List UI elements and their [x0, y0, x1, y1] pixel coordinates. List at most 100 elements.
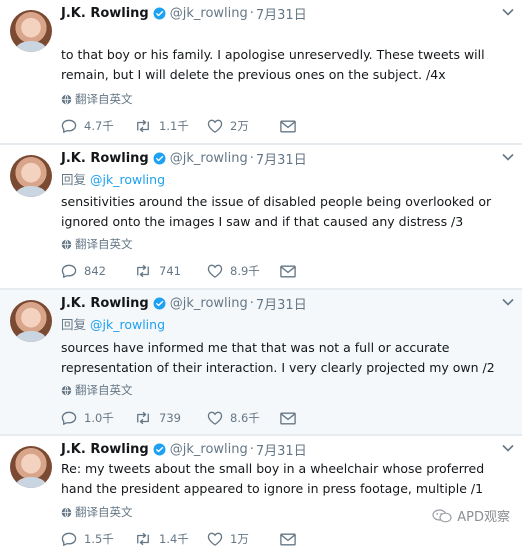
heart-icon: [207, 532, 223, 546]
replying-to-label: 回复: [61, 317, 87, 332]
like-button[interactable]: 8.6千: [207, 410, 280, 426]
tweet-timestamp[interactable]: 7月31日: [256, 4, 307, 23]
retweet-count: 1.1千: [159, 119, 189, 133]
tweet-card[interactable]: J.K. Rowling @jk_rowling · 7月31日 回复 @jk_…: [0, 290, 522, 434]
reply-button[interactable]: 4.7千: [61, 118, 134, 134]
chevron-down-icon[interactable]: [502, 444, 514, 452]
replying-to-mention[interactable]: @jk_rowling: [90, 172, 165, 187]
direct-message-button[interactable]: [280, 533, 353, 546]
author-handle[interactable]: @jk_rowling: [170, 442, 248, 457]
tweet-text: sensitivities around the issue of disabl…: [61, 194, 492, 229]
avatar[interactable]: [10, 446, 52, 488]
avatar[interactable]: [10, 155, 52, 197]
translate-label: 翻译自英文: [75, 383, 133, 397]
tweet-text: Re: my tweets about the small boy in a w…: [61, 461, 485, 496]
translate-link[interactable]: 翻译自英文: [61, 382, 133, 398]
reply-icon: [61, 119, 77, 133]
like-count: 8.6千: [230, 411, 260, 425]
reply-button[interactable]: 842: [61, 264, 134, 278]
tweet-text: sources have informed me that that was n…: [61, 340, 495, 375]
tweet-actions: 1.0千 739 8.6千: [61, 409, 353, 427]
retweet-button[interactable]: 739: [134, 411, 207, 425]
reply-button[interactable]: 1.5千: [61, 531, 134, 547]
tweet-actions: 1.5千 1.4千 1万: [61, 530, 353, 548]
reply-icon: [61, 264, 77, 278]
translate-link[interactable]: 翻译自英文: [61, 236, 133, 252]
heart-icon: [207, 411, 223, 425]
retweet-icon: [134, 532, 152, 546]
replying-to-mention[interactable]: @jk_rowling: [90, 317, 165, 332]
tweet-timestamp[interactable]: 7月31日: [256, 294, 307, 313]
retweet-icon: [134, 264, 152, 278]
avatar[interactable]: [10, 10, 52, 52]
retweet-button[interactable]: 741: [134, 264, 207, 278]
tweet-header: J.K. Rowling @jk_rowling · 7月31日: [61, 294, 307, 313]
tweet-header: J.K. Rowling @jk_rowling · 7月31日: [61, 4, 307, 23]
author-handle[interactable]: @jk_rowling: [170, 6, 248, 21]
separator-dot: ·: [249, 295, 254, 311]
tweet-actions: 842 741 8.9千: [61, 262, 353, 280]
tweet-timestamp[interactable]: 7月31日: [256, 149, 307, 168]
translate-label: 翻译自英文: [75, 92, 133, 106]
separator-dot: ·: [249, 441, 254, 457]
author-name[interactable]: J.K. Rowling: [61, 6, 149, 21]
like-button[interactable]: 8.9千: [207, 263, 280, 279]
mail-icon: [280, 533, 296, 546]
retweet-icon: [134, 119, 152, 133]
retweet-count: 741: [159, 264, 181, 278]
reply-count: 1.5千: [84, 532, 114, 546]
translate-link[interactable]: 翻译自英文: [61, 504, 133, 520]
author-name[interactable]: J.K. Rowling: [61, 296, 149, 311]
reply-count: 842: [84, 264, 106, 278]
tweet-card[interactable]: J.K. Rowling @jk_rowling · 7月31日 回复 @jk_…: [0, 145, 522, 288]
separator-dot: ·: [249, 5, 254, 21]
like-button[interactable]: 1万: [207, 531, 280, 547]
globe-icon: [61, 385, 72, 396]
like-count: 8.9千: [230, 264, 260, 278]
tweet-actions: 4.7千 1.1千 2万: [61, 117, 353, 135]
author-name[interactable]: J.K. Rowling: [61, 442, 149, 457]
retweet-button[interactable]: 1.1千: [134, 118, 207, 134]
direct-message-button[interactable]: [280, 120, 353, 133]
watermark-text: APD观察: [457, 510, 510, 525]
globe-icon: [61, 507, 72, 518]
tweet-text: to that boy or his family. I apologise u…: [61, 47, 485, 82]
tweet-feed: J.K. Rowling @jk_rowling · 7月31日 to that…: [0, 0, 522, 549]
mail-icon: [280, 412, 296, 425]
tweet-card[interactable]: J.K. Rowling @jk_rowling · 7月31日 Re: my …: [0, 436, 522, 549]
wechat-icon: [432, 508, 452, 522]
retweet-count: 739: [159, 411, 181, 425]
replying-to: 回复 @jk_rowling: [61, 169, 165, 188]
verified-badge-icon: [153, 7, 166, 20]
direct-message-button[interactable]: [280, 265, 353, 278]
tweet-card[interactable]: J.K. Rowling @jk_rowling · 7月31日 to that…: [0, 0, 522, 143]
heart-icon: [207, 264, 223, 278]
verified-badge-icon: [153, 152, 166, 165]
reply-icon: [61, 532, 77, 546]
verified-badge-icon: [153, 297, 166, 310]
translate-label: 翻译自英文: [75, 237, 133, 251]
translate-link[interactable]: 翻译自英文: [61, 91, 133, 107]
avatar[interactable]: [10, 300, 52, 342]
tweet-timestamp[interactable]: 7月31日: [256, 440, 307, 459]
reply-count: 4.7千: [84, 119, 114, 133]
like-button[interactable]: 2万: [207, 118, 280, 134]
direct-message-button[interactable]: [280, 412, 353, 425]
chevron-down-icon[interactable]: [502, 153, 514, 161]
author-handle[interactable]: @jk_rowling: [170, 296, 248, 311]
chevron-down-icon[interactable]: [502, 298, 514, 306]
author-name[interactable]: J.K. Rowling: [61, 151, 149, 166]
chevron-down-icon[interactable]: [502, 8, 514, 16]
author-handle[interactable]: @jk_rowling: [170, 151, 248, 166]
globe-icon: [61, 94, 72, 105]
like-count: 2万: [230, 119, 249, 133]
like-count: 1万: [230, 532, 249, 546]
tweet-header: J.K. Rowling @jk_rowling · 7月31日: [61, 440, 307, 459]
reply-button[interactable]: 1.0千: [61, 410, 134, 426]
replying-to: 回复 @jk_rowling: [61, 314, 165, 333]
mail-icon: [280, 120, 296, 133]
retweet-button[interactable]: 1.4千: [134, 531, 207, 547]
mail-icon: [280, 265, 296, 278]
verified-badge-icon: [153, 443, 166, 456]
retweet-icon: [134, 411, 152, 425]
